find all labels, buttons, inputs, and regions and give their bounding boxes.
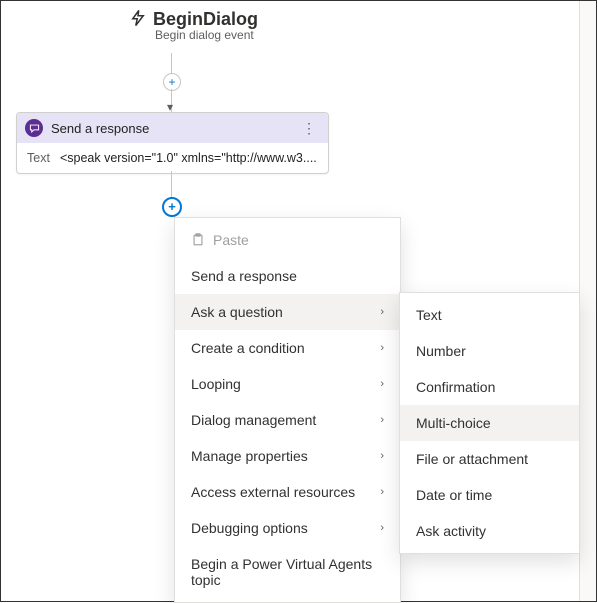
chevron-right-icon: › xyxy=(380,342,384,354)
menu-item[interactable]: Begin a Power Virtual Agents topic xyxy=(175,546,400,598)
chevron-right-icon: › xyxy=(380,522,384,534)
trigger-subtitle: Begin dialog event xyxy=(155,28,258,42)
submenu-item-label: Text xyxy=(416,307,442,323)
chevron-right-icon: › xyxy=(380,486,384,498)
send-response-node[interactable]: Send a response ⋮ Text <speak version="1… xyxy=(16,112,329,174)
menu-item-label: Looping xyxy=(191,376,241,392)
menu-item-label: Begin a Power Virtual Agents topic xyxy=(191,556,384,588)
add-node-button-active[interactable]: + xyxy=(162,197,182,217)
menu-item[interactable]: Manage properties › xyxy=(175,438,400,474)
submenu-item-label: File or attachment xyxy=(416,451,528,467)
node-body[interactable]: Text <speak version="1.0" xmlns="http://… xyxy=(17,143,328,173)
submenu-item-label: Multi-choice xyxy=(416,415,491,431)
submenu-item-label: Date or time xyxy=(416,487,492,503)
connector-line xyxy=(171,171,172,199)
menu-item[interactable]: Ask a question › xyxy=(175,294,400,330)
action-menu: PasteSend a responseAsk a question›Creat… xyxy=(174,217,401,603)
submenu-item-label: Number xyxy=(416,343,466,359)
trigger-title: BeginDialog xyxy=(153,9,258,30)
menu-item[interactable]: Looping › xyxy=(175,366,400,402)
menu-item-paste: Paste xyxy=(175,222,400,258)
chevron-right-icon: › xyxy=(380,306,384,318)
dialog-canvas: BeginDialog Begin dialog event + ▾ Send … xyxy=(1,1,596,601)
menu-item-label: Access external resources xyxy=(191,484,355,500)
node-field-value: <speak version="1.0" xmlns="http://www.w… xyxy=(60,151,317,165)
submenu-item-label: Ask activity xyxy=(416,523,486,539)
submenu-item[interactable]: Multi-choice xyxy=(400,405,579,441)
menu-item-label: Dialog management xyxy=(191,412,316,428)
node-more-button[interactable]: ⋮ xyxy=(298,120,320,137)
menu-item[interactable]: Create a condition › xyxy=(175,330,400,366)
submenu-item[interactable]: Number xyxy=(400,333,579,369)
menu-item-label: Send a response xyxy=(191,268,297,284)
submenu-item[interactable]: Confirmation xyxy=(400,369,579,405)
trigger-node[interactable]: BeginDialog Begin dialog event xyxy=(129,9,258,42)
chevron-right-icon: › xyxy=(380,414,384,426)
menu-item-label: Ask a question xyxy=(191,304,283,320)
add-node-button-top[interactable]: + xyxy=(163,73,181,91)
paste-icon xyxy=(191,233,205,247)
submenu-item-label: Confirmation xyxy=(416,379,495,395)
menu-item[interactable]: Access external resources › xyxy=(175,474,400,510)
node-title: Send a response xyxy=(51,121,149,136)
submenu-item[interactable]: File or attachment xyxy=(400,441,579,477)
submenu-item[interactable]: Date or time xyxy=(400,477,579,513)
chevron-right-icon: › xyxy=(380,378,384,390)
chevron-right-icon: › xyxy=(380,450,384,462)
node-field-label: Text xyxy=(27,151,50,165)
menu-item[interactable]: Send a response xyxy=(175,258,400,294)
chat-icon xyxy=(25,119,43,137)
lightning-icon xyxy=(129,9,147,30)
submenu-item[interactable]: Ask activity xyxy=(400,513,579,549)
menu-item-label: Create a condition xyxy=(191,340,305,356)
menu-item-label: Debugging options xyxy=(191,520,308,536)
ask-question-submenu: Text Number Confirmation Multi-choice File o… xyxy=(399,292,580,554)
node-header[interactable]: Send a response ⋮ xyxy=(17,113,328,143)
submenu-item[interactable]: Text xyxy=(400,297,579,333)
menu-item[interactable]: Debugging options › xyxy=(175,510,400,546)
right-panel-strip xyxy=(579,1,596,601)
menu-item[interactable]: Dialog management › xyxy=(175,402,400,438)
menu-item-label: Manage properties xyxy=(191,448,308,464)
